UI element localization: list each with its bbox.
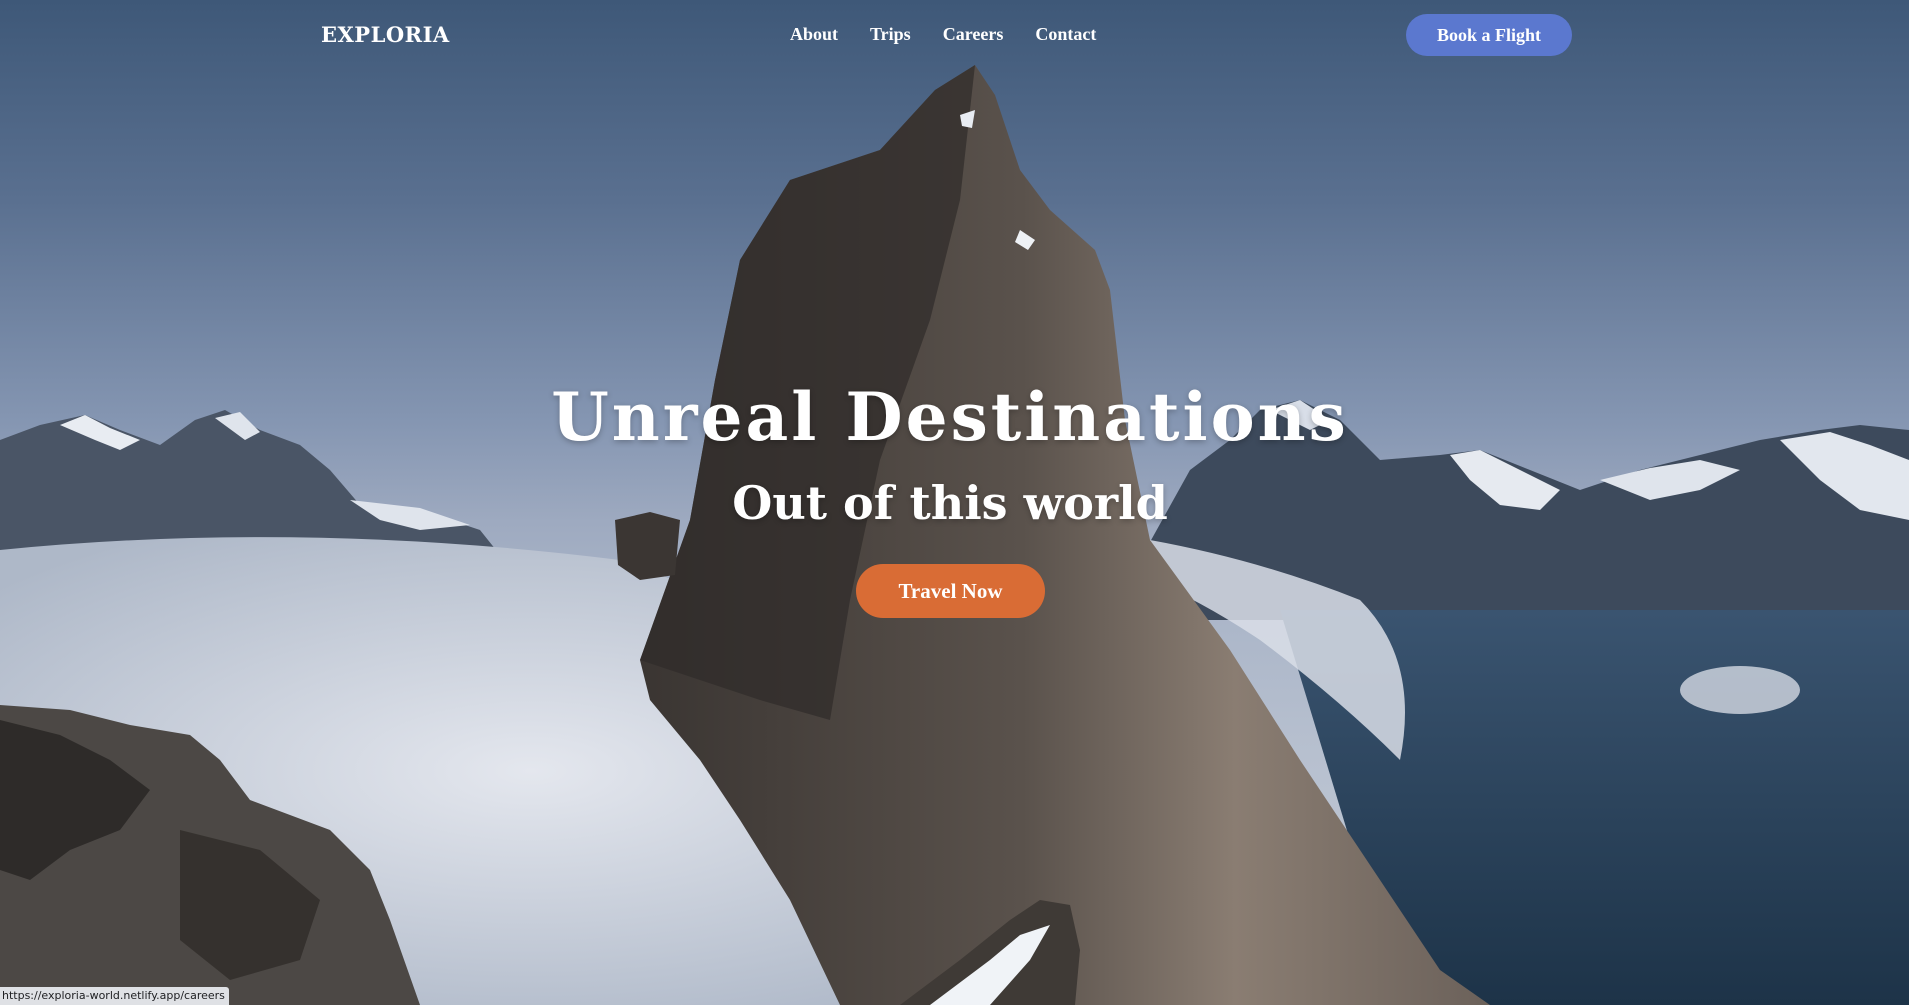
travel-now-button[interactable]: Travel Now bbox=[856, 564, 1045, 618]
hero-title: Unreal Destinations bbox=[551, 378, 1349, 456]
nav-links: About Trips Careers Contact bbox=[790, 24, 1096, 45]
top-navigation: EXPLORIA About Trips Careers Contact Boo… bbox=[0, 0, 1909, 72]
nav-link-contact[interactable]: Contact bbox=[1035, 24, 1096, 45]
hero-section: EXPLORIA About Trips Careers Contact Boo… bbox=[0, 0, 1909, 1005]
nav-link-trips[interactable]: Trips bbox=[870, 24, 911, 45]
site-logo[interactable]: EXPLORIA bbox=[321, 22, 450, 47]
nav-link-about[interactable]: About bbox=[790, 24, 838, 45]
nav-link-careers[interactable]: Careers bbox=[943, 24, 1004, 45]
status-bar-url: https://exploria-world.netlify.app/caree… bbox=[0, 987, 229, 1005]
hero-subtitle: Out of this world bbox=[732, 476, 1168, 530]
book-a-flight-button[interactable]: Book a Flight bbox=[1406, 14, 1572, 56]
